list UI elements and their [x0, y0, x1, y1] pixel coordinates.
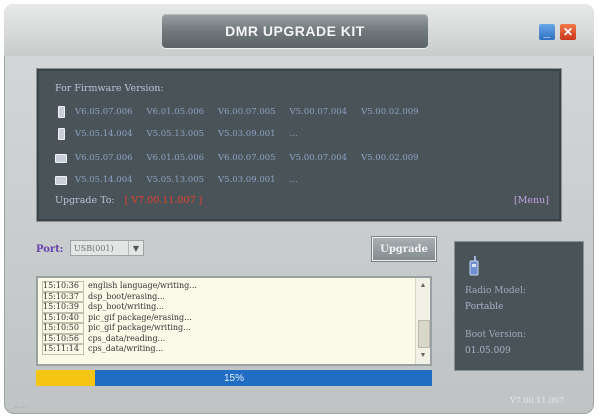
radio-info-panel: Radio Model: Portable Boot Version: 01.0…	[454, 241, 584, 371]
firmware-version: V6.00.07.005	[218, 107, 276, 117]
log-message: dsp_boot/erasing...	[88, 291, 165, 301]
firmware-version: V5.05.14.004	[75, 129, 133, 139]
chevron-down-icon[interactable]: ▼	[128, 241, 143, 255]
log-timestamp: 15:10:40	[42, 312, 84, 323]
firmware-heading: For Firmware Version:	[55, 83, 164, 94]
radio-model-value: Portable	[465, 302, 504, 312]
upgrade-to: Upgrade To: [ V7.00.11.007 ]	[55, 195, 202, 206]
portable-icon	[55, 128, 67, 140]
menu-link[interactable]: [Menu]	[514, 195, 549, 206]
log-timestamp: 15:10:56	[42, 333, 84, 344]
log-timestamp: 15:10:36	[42, 281, 84, 292]
log-scrollbar[interactable]: ▲ ▼	[415, 278, 430, 364]
upgrade-button[interactable]: Upgrade	[372, 237, 436, 261]
app-window: DMR UPGRADE KIT _ ✕ For Firmware Version…	[4, 4, 594, 414]
window-title: DMR UPGRADE KIT	[162, 14, 428, 48]
log-line: 15:10:39 dsp_boot/writing...	[42, 302, 414, 313]
log-lines: 15:10:36 english language/writing... 15:10…	[42, 281, 414, 355]
firmware-version: V5.00.07.004	[289, 107, 348, 117]
firmware-version: ...	[289, 129, 298, 139]
log-line: 15:11:14 cps_data/writing...	[42, 344, 414, 355]
firmware-version: V6.01.05.006	[146, 107, 205, 117]
port-label: Port:	[36, 244, 64, 255]
firmware-version: V5.03.09.001	[218, 129, 276, 139]
firmware-version: ...	[289, 175, 298, 185]
firmware-version: V6.01.05.006	[146, 153, 205, 163]
upgrade-to-label: Upgrade To:	[55, 195, 115, 206]
log-timestamp: 15:10:37	[42, 291, 84, 302]
log-line: 15:10:50 pic_gif package/writing...	[42, 323, 414, 334]
log-timestamp: 15:10:39	[42, 302, 84, 313]
close-button[interactable]: ✕	[560, 24, 576, 40]
scroll-thumb[interactable]	[418, 320, 430, 348]
footer-version: V7.00.11.007	[510, 396, 565, 405]
log-message: cps_data/reading...	[88, 333, 166, 343]
resize-grip-icon[interactable]: ⣀⣀	[14, 399, 26, 408]
firmware-version: V5.05.13.005	[146, 175, 205, 185]
firmware-version: V6.05.07.006	[75, 107, 133, 117]
log-timestamp: 15:11:14	[42, 344, 84, 355]
radio-icon	[469, 256, 479, 276]
firmware-version: V6.05.07.006	[75, 153, 133, 163]
firmware-panel: For Firmware Version: V6.05.07.006 V6.01.…	[36, 68, 562, 222]
firmware-version: V5.00.02.009	[361, 107, 419, 117]
log-message: pic_gif package/erasing...	[88, 312, 192, 322]
boot-version-value: 01.05.009	[465, 346, 511, 356]
firmware-version: V5.05.14.004	[75, 175, 133, 185]
boot-version-label: Boot Version:	[465, 330, 526, 340]
log-line: 15:10:56 cps_data/reading...	[42, 333, 414, 344]
mobile-icon	[55, 153, 67, 163]
port-select-value: USB(001)	[74, 243, 114, 253]
mobile-icon	[55, 175, 67, 185]
scroll-up-icon[interactable]: ▲	[416, 280, 430, 292]
firmware-version: V6.00.07.005	[218, 153, 276, 163]
firmware-row: V6.05.07.006 V6.01.05.006 V6.00.07.005 V5.0…	[55, 151, 433, 165]
title-bar[interactable]: DMR UPGRADE KIT _ ✕	[4, 4, 594, 56]
firmware-version: V5.00.02.009	[361, 153, 419, 163]
firmware-version: V5.00.07.004	[289, 153, 348, 163]
firmware-row: V6.05.07.006 V6.01.05.006 V6.00.07.005 V5.0…	[55, 105, 433, 119]
progress-bar: 15%	[36, 370, 432, 386]
firmware-row: V5.05.14.004 V5.05.13.005 V5.03.09.001...	[55, 127, 312, 141]
firmware-row: V5.05.14.004 V5.05.13.005 V5.03.09.001...	[55, 173, 312, 187]
log-line: 15:10:36 english language/writing...	[42, 281, 414, 292]
portable-icon	[55, 106, 67, 118]
log-message: cps_data/writing...	[88, 344, 164, 353]
log-message: dsp_boot/writing...	[88, 302, 164, 311]
log-timestamp: 15:10:50	[42, 323, 84, 334]
progress-text: 15%	[223, 372, 244, 384]
firmware-version: V5.05.13.005	[146, 129, 205, 139]
upgrade-to-version: [ V7.00.11.007 ]	[124, 195, 203, 206]
log-message: english language/writing...	[88, 281, 197, 290]
log-line: 15:10:37 dsp_boot/erasing...	[42, 291, 414, 302]
minimize-button[interactable]: _	[539, 24, 555, 40]
scroll-down-icon[interactable]: ▼	[416, 350, 430, 362]
port-select[interactable]: USB(001) ▼	[70, 240, 144, 256]
log-message: pic_gif package/writing...	[88, 323, 191, 332]
log-line: 15:10:40 pic_gif package/erasing...	[42, 312, 414, 323]
radio-model-label: Radio Model:	[465, 286, 526, 296]
log-box[interactable]: 15:10:36 english language/writing... 15:10…	[36, 276, 432, 366]
firmware-version: V5.03.09.001	[218, 175, 276, 185]
